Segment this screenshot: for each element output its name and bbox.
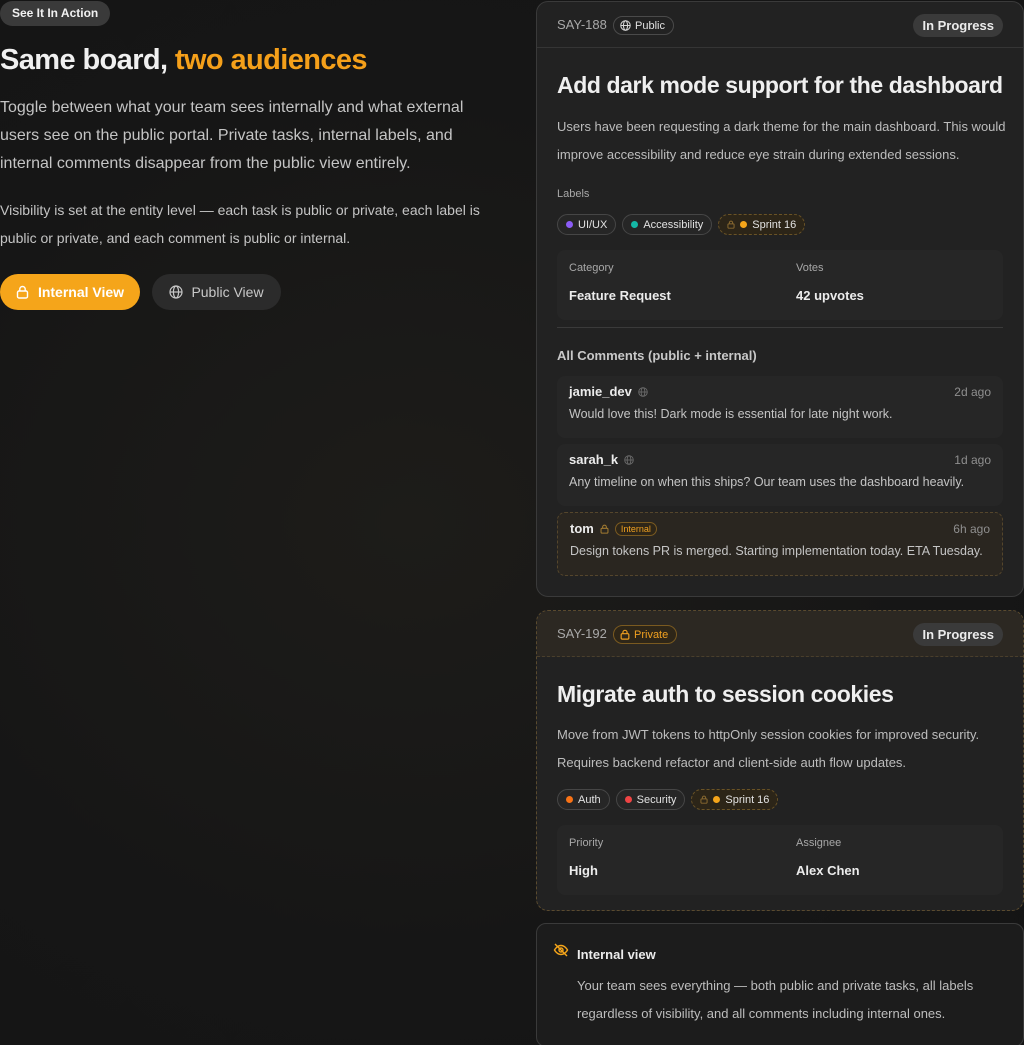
purple-dot-icon (566, 221, 573, 228)
meta-value: High (569, 863, 598, 878)
label-name: Accessibility (643, 218, 704, 231)
comment-author: sarah_k (569, 452, 634, 467)
visibility-badge: Private (613, 625, 678, 644)
label-chip-internal: Sprint 16 (718, 214, 806, 235)
info-text: Your team sees everything — both public … (577, 978, 974, 1021)
label-name: Auth (578, 793, 601, 806)
task-card-say-192[interactable]: SAY-192 Private In Progress Migrate auth… (536, 610, 1024, 911)
internal-view-button[interactable]: Internal View (0, 274, 140, 310)
card-header: SAY-188 Public In Progress (537, 2, 1023, 48)
comment-time: 6h ago (953, 522, 990, 536)
internal-tag: Internal (614, 521, 657, 536)
label-name: Security (636, 793, 677, 806)
label-chip-internal: Sprint 16 (691, 789, 779, 810)
author-name: tom (570, 521, 594, 536)
amber-dot-icon (713, 796, 721, 803)
lock-icon (600, 524, 609, 534)
lock-icon (700, 795, 708, 804)
divider (557, 327, 1003, 328)
label-chip: Auth (557, 789, 610, 810)
labels-list: UI/UX Accessibility Sprint 16 (557, 214, 806, 235)
visibility-label: Public (635, 19, 665, 32)
comment: sarah_k 1d ago Any timeline on when this… (557, 444, 1003, 506)
meta-label: Category (569, 262, 614, 274)
status-badge: In Progress (913, 14, 1003, 37)
author-name: jamie_dev (569, 384, 632, 399)
comment: jamie_dev 2d ago Would love this! Dark m… (557, 376, 1003, 438)
lock-icon (727, 220, 735, 229)
globe-icon (620, 20, 631, 31)
comment-text: Would love this! Dark mode is essential … (569, 407, 893, 421)
meta-box: Category Feature Request Votes 42 upvote… (557, 250, 1003, 320)
comment-author: tom Internal (570, 521, 657, 536)
view-info-box: Internal view Your team sees everything … (536, 923, 1024, 1045)
task-card-say-188[interactable]: SAY-188 Public In Progress Add dark mode… (536, 1, 1024, 597)
orange-dot-icon (566, 796, 573, 803)
meta-value: Alex Chen (796, 863, 860, 878)
comments-heading: All Comments (public + internal) (557, 348, 757, 363)
section-tag: See It In Action (0, 1, 111, 26)
eye-off-icon (553, 942, 569, 963)
meta-value: 42 upvotes (796, 288, 864, 303)
lock-icon (620, 629, 630, 640)
intro-detail: Visibility is set at the entity level — … (0, 202, 480, 246)
task-id: SAY-192 (557, 626, 607, 641)
task-description: Users have been requesting a dark theme … (557, 119, 1006, 162)
info-title: Internal view (577, 947, 656, 962)
label-chip: Accessibility (622, 214, 713, 235)
meta-label: Votes (796, 262, 824, 274)
headline-main: Same board, (0, 44, 175, 76)
visibility-label: Private (634, 628, 669, 641)
globe-icon (169, 285, 184, 299)
card-header: SAY-192 Private In Progress (537, 611, 1023, 657)
label-name: Sprint 16 (725, 793, 770, 806)
page-title: Same board, two audiences (0, 44, 368, 77)
label-chip: UI/UX (557, 214, 617, 235)
visibility-badge: Public (613, 16, 674, 35)
task-title: Add dark mode support for the dashboard (557, 72, 1003, 98)
teal-dot-icon (631, 221, 639, 228)
comment-time: 1d ago (954, 453, 991, 467)
public-view-label: Public View (191, 284, 264, 300)
red-dot-icon (624, 796, 632, 803)
amber-dot-icon (740, 221, 748, 228)
meta-label: Priority (569, 837, 604, 849)
labels-list: Auth Security Sprint 16 (557, 789, 779, 810)
label-chip: Security (615, 789, 686, 810)
headline-accent: two audiences (174, 44, 368, 76)
task-description: Move from JWT tokens to httpOnly session… (557, 727, 980, 770)
labels-heading: Labels (557, 188, 590, 200)
comment-text: Design tokens PR is merged. Starting imp… (570, 544, 983, 558)
label-name: UI/UX (578, 218, 608, 231)
public-view-button[interactable]: Public View (152, 274, 281, 310)
globe-icon (624, 454, 634, 465)
comment-time: 2d ago (954, 385, 991, 399)
globe-icon (638, 386, 648, 397)
comment-internal: tom Internal 6h ago Design tokens PR is … (557, 512, 1003, 576)
meta-label: Assignee (796, 837, 842, 849)
intro-lead: Toggle between what your team sees inter… (0, 99, 464, 172)
meta-value: Feature Request (569, 288, 671, 303)
meta-box: Priority High Assignee Alex Chen (557, 825, 1003, 895)
comment-author: jamie_dev (569, 384, 648, 399)
lock-icon (16, 285, 29, 299)
author-name: sarah_k (569, 452, 619, 467)
task-id: SAY-188 (557, 17, 607, 32)
label-name: Sprint 16 (752, 218, 797, 231)
internal-view-label: Internal View (37, 284, 125, 300)
task-title: Migrate auth to session cookies (557, 681, 894, 707)
status-badge: In Progress (913, 623, 1003, 646)
comment-text: Any timeline on when this ships? Our tea… (569, 475, 965, 489)
